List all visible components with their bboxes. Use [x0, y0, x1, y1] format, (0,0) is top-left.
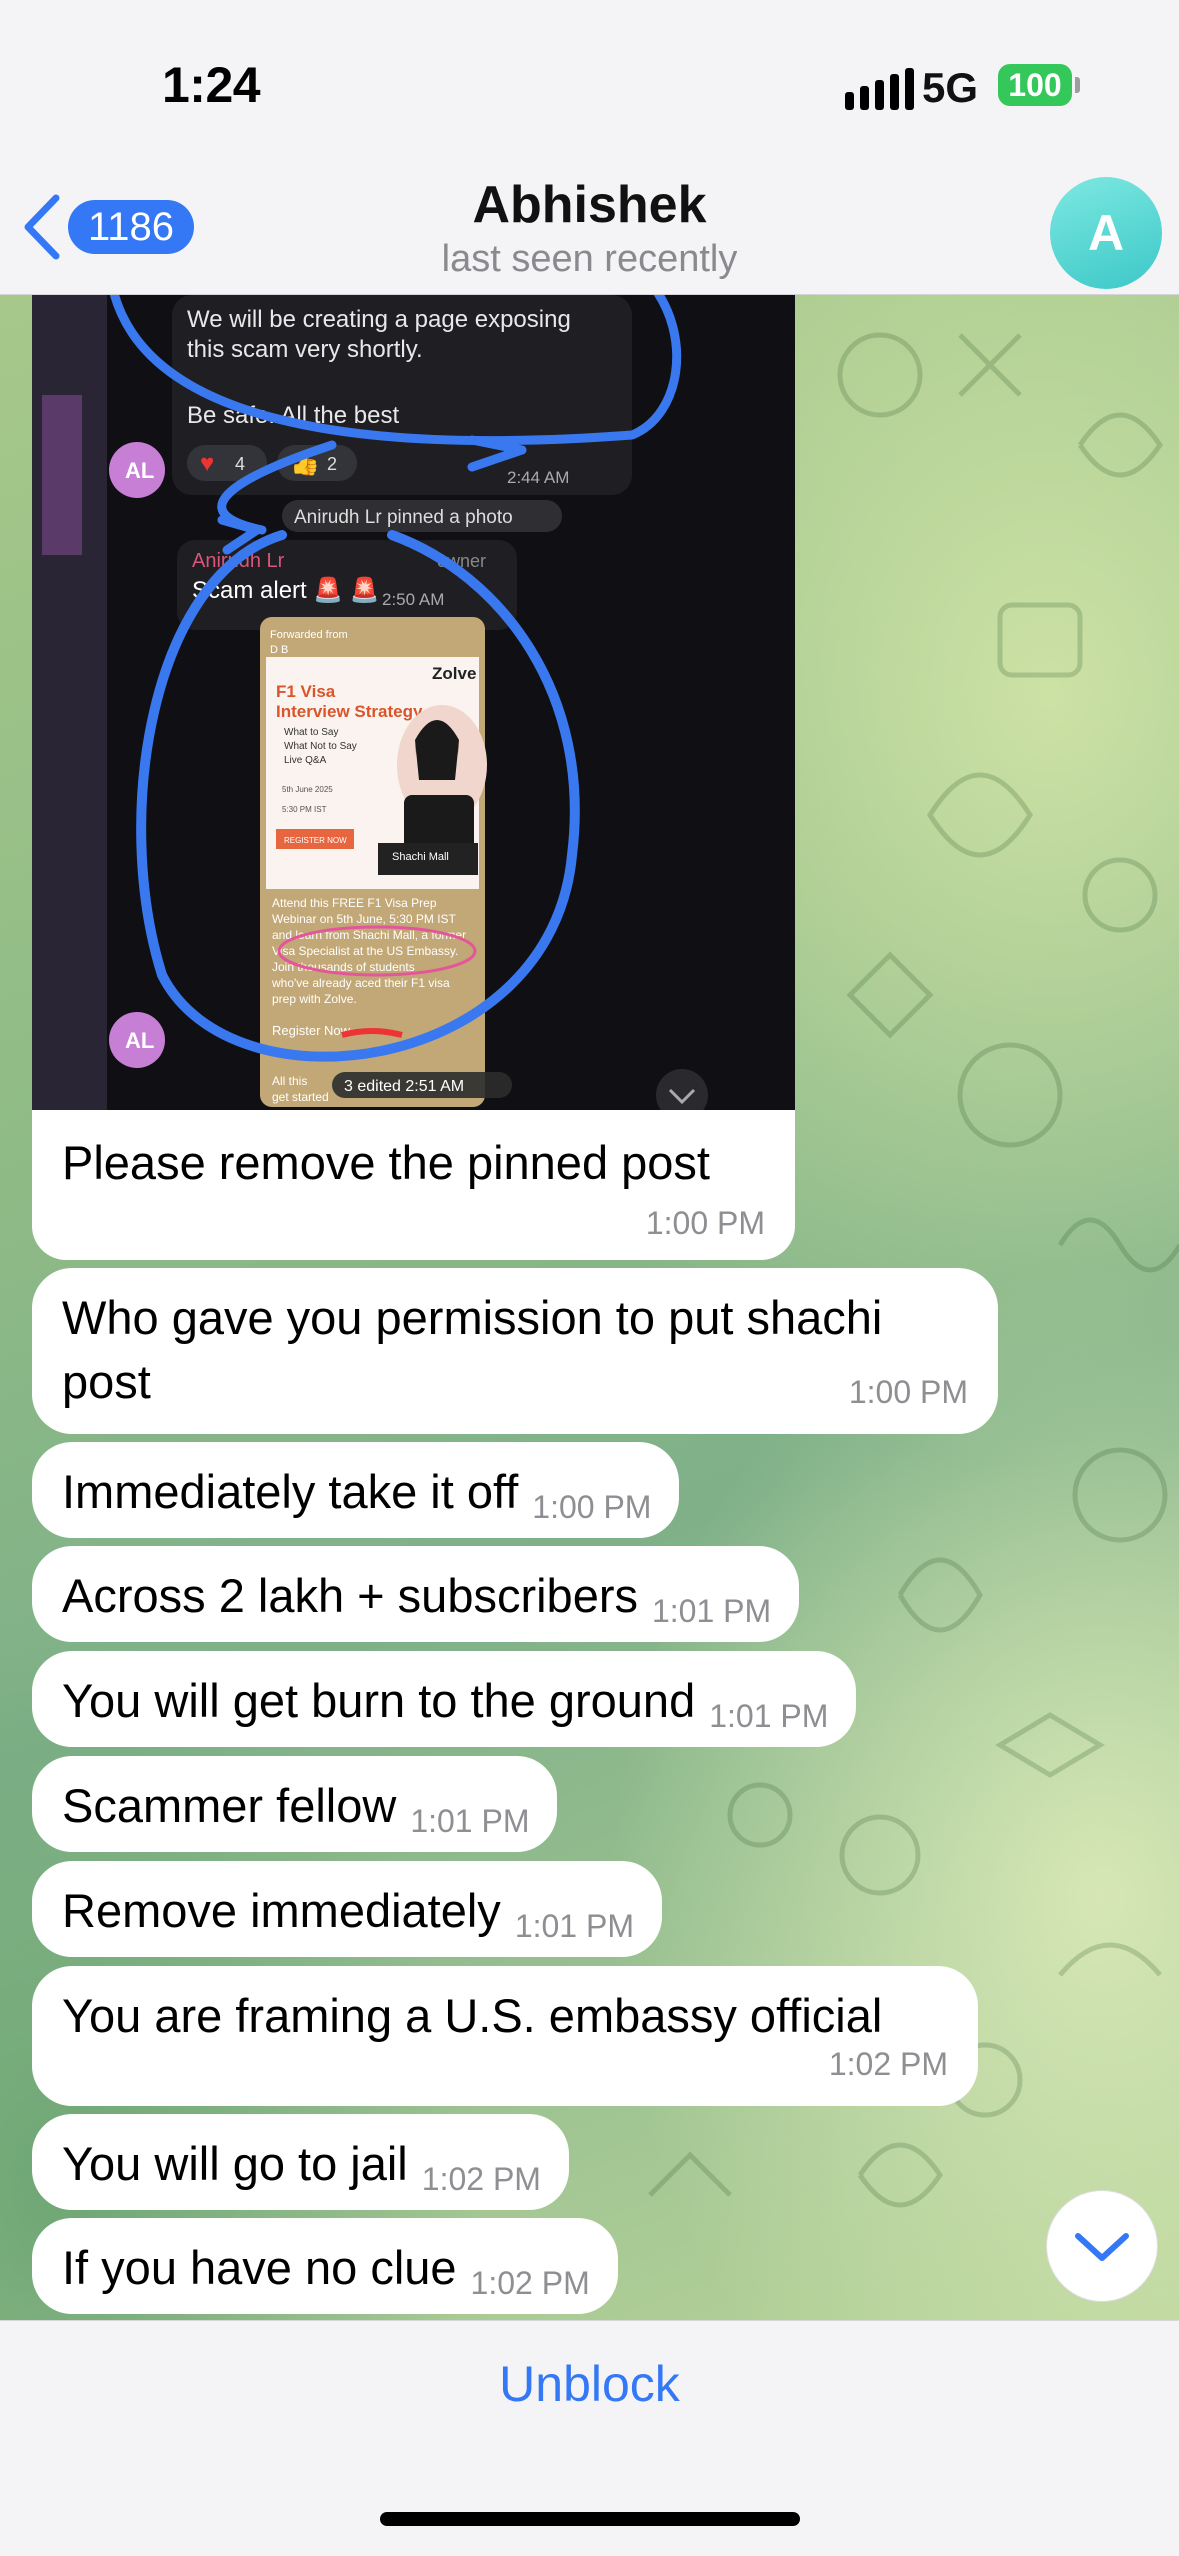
ss-poster-title-1: F1 Visa [276, 682, 336, 701]
image-message[interactable]: We will be creating a page exposing this… [32, 295, 795, 1260]
unblock-button[interactable]: Unblock [0, 2355, 1179, 2413]
ss-desc-1: Attend this FREE F1 Visa Prep [272, 896, 437, 910]
ss-poster-title-2: Interview Strategy [276, 702, 423, 721]
message-text: Across 2 lakh + subscribers [62, 1569, 638, 1622]
message-text: Scammer fellow [62, 1779, 397, 1832]
message-text: You are framing a U.S. embassy official [62, 1989, 883, 2042]
ss-pin-notice: Anirudh Lr pinned a photo [294, 507, 513, 528]
ss-register-link: Register Now [272, 1023, 351, 1038]
chat-header: 1:24 5G 100 1186 Abhishek last seen rece… [0, 0, 1179, 295]
ss-desc-7: prep with Zolve. [272, 992, 357, 1006]
message-text: You will go to jail [62, 2137, 408, 2190]
ss-time-2: 2:50 AM [382, 590, 444, 609]
ss-time-ist: 5:30 PM IST [282, 805, 327, 814]
message-bubble[interactable]: Remove immediately 1:01 PM [32, 1861, 662, 1957]
message-text: Who gave you permission to put shachi po… [62, 1291, 883, 1408]
battery-icon: 100 [998, 64, 1072, 106]
chevron-down-icon [1075, 2233, 1129, 2261]
ss-register-btn: REGISTER NOW [284, 836, 347, 845]
ss-date: 5th June 2025 [282, 785, 333, 794]
message-time: 1:00 PM [848, 1374, 968, 1410]
ss-time-1: 2:44 AM [507, 468, 569, 487]
message-time: 1:01 PM [709, 1698, 829, 1734]
ss-brand: Zolve [432, 664, 476, 683]
message-time: 1:02 PM [470, 2265, 590, 2301]
message-time: 1:02 PM [421, 2161, 541, 2197]
ss-desc-4: Visa Specialist at the US Embassy. [272, 944, 458, 958]
shared-screenshot[interactable]: We will be creating a page exposing this… [32, 295, 795, 1110]
message-bubble[interactable]: Who gave you permission to put shachi po… [32, 1268, 998, 1434]
battery-tip [1075, 77, 1080, 93]
network-type: 5G [922, 64, 979, 111]
contact-name[interactable]: Abhishek [0, 175, 1179, 235]
message-bubble[interactable]: Immediately take it off 1:00 PM [32, 1442, 680, 1538]
message-text: Immediately take it off [62, 1465, 519, 1518]
message-time: 1:00 PM [645, 1205, 765, 1241]
message-time: 1:01 PM [514, 1908, 634, 1944]
status-time: 1:24 [162, 57, 261, 113]
ss-speaker: Shachi Mall [392, 851, 449, 863]
ss-bullet-2: What Not to Say [284, 741, 357, 752]
home-indicator[interactable] [380, 2512, 800, 2526]
ss-desc-6: who've already aced their F1 visa [271, 976, 450, 990]
ss-forwarded: Forwarded from [270, 629, 348, 641]
signal-icon [845, 68, 914, 110]
ss-bullet-1: What to Say [284, 727, 338, 738]
ss-bullet-3: Live Q&A [284, 755, 327, 766]
ss-edited: 3 edited 2:51 AM [344, 1078, 464, 1095]
message-bubble[interactable]: You will get burn to the ground 1:01 PM [32, 1651, 857, 1747]
ss-desc-2: Webinar on 5th June, 5:30 PM IST [272, 912, 457, 926]
image-caption: Please remove the pinned post [62, 1136, 710, 1189]
message-text: Remove immediately [62, 1884, 501, 1937]
message-text: If you have no clue [62, 2241, 457, 2294]
ss-avatar-1: AL [125, 458, 154, 483]
scroll-down-button[interactable] [1046, 2190, 1158, 2302]
contact-status: last seen recently [441, 238, 738, 280]
message-time: 1:02 PM [828, 2046, 948, 2082]
ss-forwarded-src: D B [270, 644, 288, 656]
message-time: 1:01 PM [651, 1593, 772, 1629]
message-time: 1:00 PM [532, 1489, 652, 1525]
message-bubble[interactable]: You are framing a U.S. embassy official … [32, 1966, 978, 2106]
ss-text-1: We will be creating a page exposing [187, 306, 571, 333]
contact-avatar[interactable]: A [1050, 177, 1162, 289]
message-time: 1:01 PM [410, 1803, 530, 1839]
ss-all-this: All this [272, 1074, 307, 1088]
message-bubble[interactable]: Scammer fellow 1:01 PM [32, 1756, 558, 1852]
ss-avatar-2: AL [125, 1028, 154, 1053]
ss-text-2: this scam very shortly. [187, 336, 423, 363]
message-bubble[interactable]: You will go to jail 1:02 PM [32, 2114, 569, 2210]
message-bubble[interactable]: If you have no clue 1:02 PM [32, 2218, 618, 2314]
svg-text:♥: ♥ [200, 450, 214, 477]
ss-get-started: get started [272, 1090, 329, 1104]
ss-thumbs-count: 2 [327, 454, 337, 474]
message-bubble[interactable]: Across 2 lakh + subscribers 1:01 PM [32, 1546, 800, 1642]
ss-heart-count: 4 [235, 454, 245, 474]
message-text: You will get burn to the ground [62, 1674, 696, 1727]
